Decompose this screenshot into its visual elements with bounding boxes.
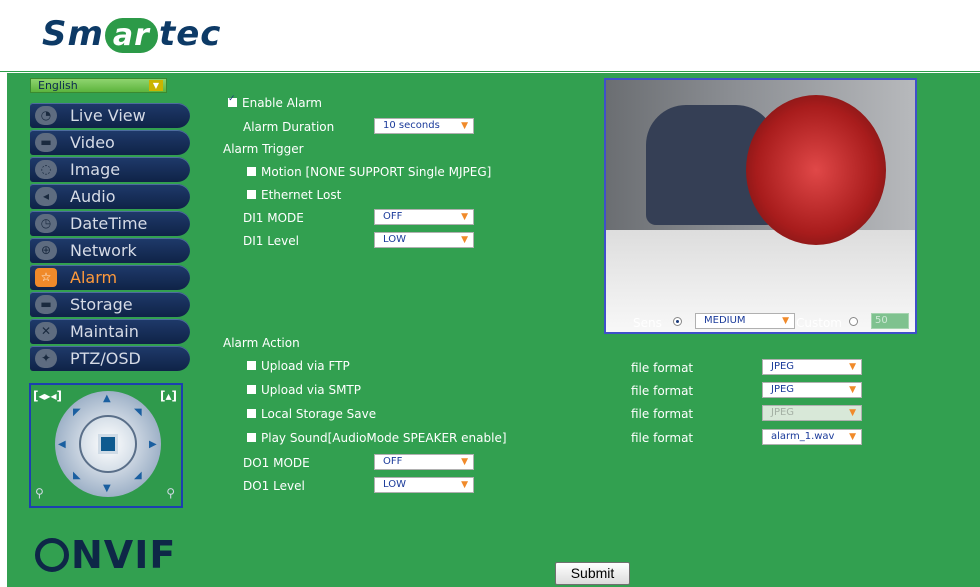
chevron-down-icon: ▼ [461,480,468,490]
custom-label: Custom [796,316,842,330]
smtp-checkbox[interactable] [247,385,256,394]
smtp-format-label: file format [631,384,694,398]
chevron-down-icon: ▼ [849,362,856,372]
left-border [0,0,7,587]
arrow-up-icon[interactable]: ▲ [103,393,111,404]
main-panel: English ▼ ◔ Live View ▬ Video ◌ Image ◂ Audi… [7,73,980,587]
language-select[interactable]: English ▼ [30,78,167,93]
speaker-icon: ◂ [35,187,57,206]
sidebar-nav: ◔ Live View ▬ Video ◌ Image ◂ Audio ◷ DateTim… [30,103,190,373]
sens-preset-radio[interactable] [673,317,682,326]
arrow-right-icon[interactable]: ▶ [149,439,157,450]
di1-level-select[interactable]: LOW ▼ [374,232,474,248]
nav-video[interactable]: ▬ Video [30,130,190,155]
camera-preview[interactable] [604,78,917,334]
sound-file-select[interactable]: alarm_1.wav ▼ [762,429,862,445]
nav-network[interactable]: ⊕ Network [30,238,190,263]
nav-storage[interactable]: ▬ Storage [30,292,190,317]
ptz-home-button[interactable] [98,434,118,454]
chevron-down-icon: ▼ [461,212,468,222]
chevron-down-icon: ▼ [849,408,856,418]
nav-live-view[interactable]: ◔ Live View [30,103,190,128]
smtp-row[interactable]: Upload via SMTP [247,383,361,397]
zoom-in-icon[interactable]: [▴] [160,389,177,403]
alarm-duration-select[interactable]: 10 seconds ▼ [374,118,474,134]
arrow-up-left-icon[interactable]: ◤ [73,407,81,418]
header: Sm ar tec [0,0,980,72]
do1-level-label: DO1 Level [243,479,305,493]
local-storage-checkbox[interactable] [247,409,256,418]
ethernet-lost-row[interactable]: Ethernet Lost [247,188,341,202]
custom-sens-input[interactable]: 50 [871,313,909,329]
sens-select[interactable]: MEDIUM ▼ [695,313,795,329]
do1-level-select[interactable]: LOW ▼ [374,477,474,493]
tools-icon: ✕ [35,322,57,341]
chevron-down-icon: ▼ [782,316,789,326]
do1-mode-select[interactable]: OFF ▼ [374,454,474,470]
local-format-select[interactable]: JPEG ▼ [762,405,862,421]
nav-datetime[interactable]: ◷ DateTime [30,211,190,236]
ptz-control: [◂▸◂] [▴] ▲ ▼ ◀ ▶ ◤ ◥ ◣ ◢ ⚲ ⚲ [29,383,183,508]
onvif-o-icon [35,538,69,572]
smartec-logo: Sm ar tec [42,14,222,54]
chevron-down-icon: ▼ [149,80,163,91]
chevron-down-icon: ▼ [849,432,856,442]
focus-far-icon[interactable]: ⚲ [166,486,175,500]
alarm-trigger-label: Alarm Trigger [223,142,304,156]
arrow-down-icon[interactable]: ▼ [103,483,111,494]
nav-maintain[interactable]: ✕ Maintain [30,319,190,344]
nav-audio[interactable]: ◂ Audio [30,184,190,209]
submit-button[interactable]: Submit [555,562,630,585]
zoom-out-icon[interactable]: [◂▸◂] [33,389,62,403]
ftp-format-label: file format [631,361,694,375]
nav-image[interactable]: ◌ Image [30,157,190,182]
ptz-icon: ✦ [35,349,57,368]
do1-mode-label: DO1 MODE [243,456,310,470]
di1-level-label: DI1 Level [243,234,299,248]
chevron-down-icon: ▼ [461,235,468,245]
enable-alarm-checkbox[interactable] [228,94,237,107]
arrow-up-right-icon[interactable]: ◥ [134,407,142,418]
onvif-logo: NVIF [35,533,176,577]
custom-radio[interactable] [849,317,858,326]
arrow-down-left-icon[interactable]: ◣ [73,470,81,481]
di1-mode-label: DI1 MODE [243,211,304,225]
globe-icon: ⊕ [35,241,57,260]
nav-alarm[interactable]: ☆ Alarm [30,265,190,290]
motion-row[interactable]: Motion [NONE SUPPORT Single MJPEG] [247,165,491,179]
storage-icon: ▬ [35,295,57,314]
smtp-format-select[interactable]: JPEG ▼ [762,382,862,398]
ftp-format-select[interactable]: JPEG ▼ [762,359,862,375]
chevron-down-icon: ▼ [461,457,468,467]
ethernet-lost-checkbox[interactable] [247,190,256,199]
clock-icon: ◷ [35,214,57,233]
local-storage-row[interactable]: Local Storage Save [247,407,376,421]
chevron-down-icon: ▼ [849,385,856,395]
alarm-action-label: Alarm Action [223,336,300,350]
preview-rose [746,95,886,245]
arrow-left-icon[interactable]: ◀ [58,439,66,450]
nav-ptz-osd[interactable]: ✦ PTZ/OSD [30,346,190,371]
ftp-row[interactable]: Upload via FTP [247,359,350,373]
sens-label: Sens [633,316,662,330]
play-sound-row[interactable]: Play Sound[AudioMode SPEAKER enable] [247,431,507,445]
camera-icon: ▬ [35,133,57,152]
alarm-duration-label: Alarm Duration [243,120,335,134]
play-sound-checkbox[interactable] [247,433,256,442]
language-value: English [38,79,78,92]
enable-alarm-row[interactable]: Enable Alarm [228,94,322,110]
image-icon: ◌ [35,160,57,179]
chat-icon: ◔ [35,106,57,125]
motion-checkbox[interactable] [247,167,256,176]
local-format-label: file format [631,407,694,421]
star-icon: ☆ [35,268,57,287]
ftp-checkbox[interactable] [247,361,256,370]
di1-mode-select[interactable]: OFF ▼ [374,209,474,225]
chevron-down-icon: ▼ [461,121,468,131]
focus-near-icon[interactable]: ⚲ [35,486,44,500]
arrow-down-right-icon[interactable]: ◢ [134,470,142,481]
sound-file-label: file format [631,431,694,445]
